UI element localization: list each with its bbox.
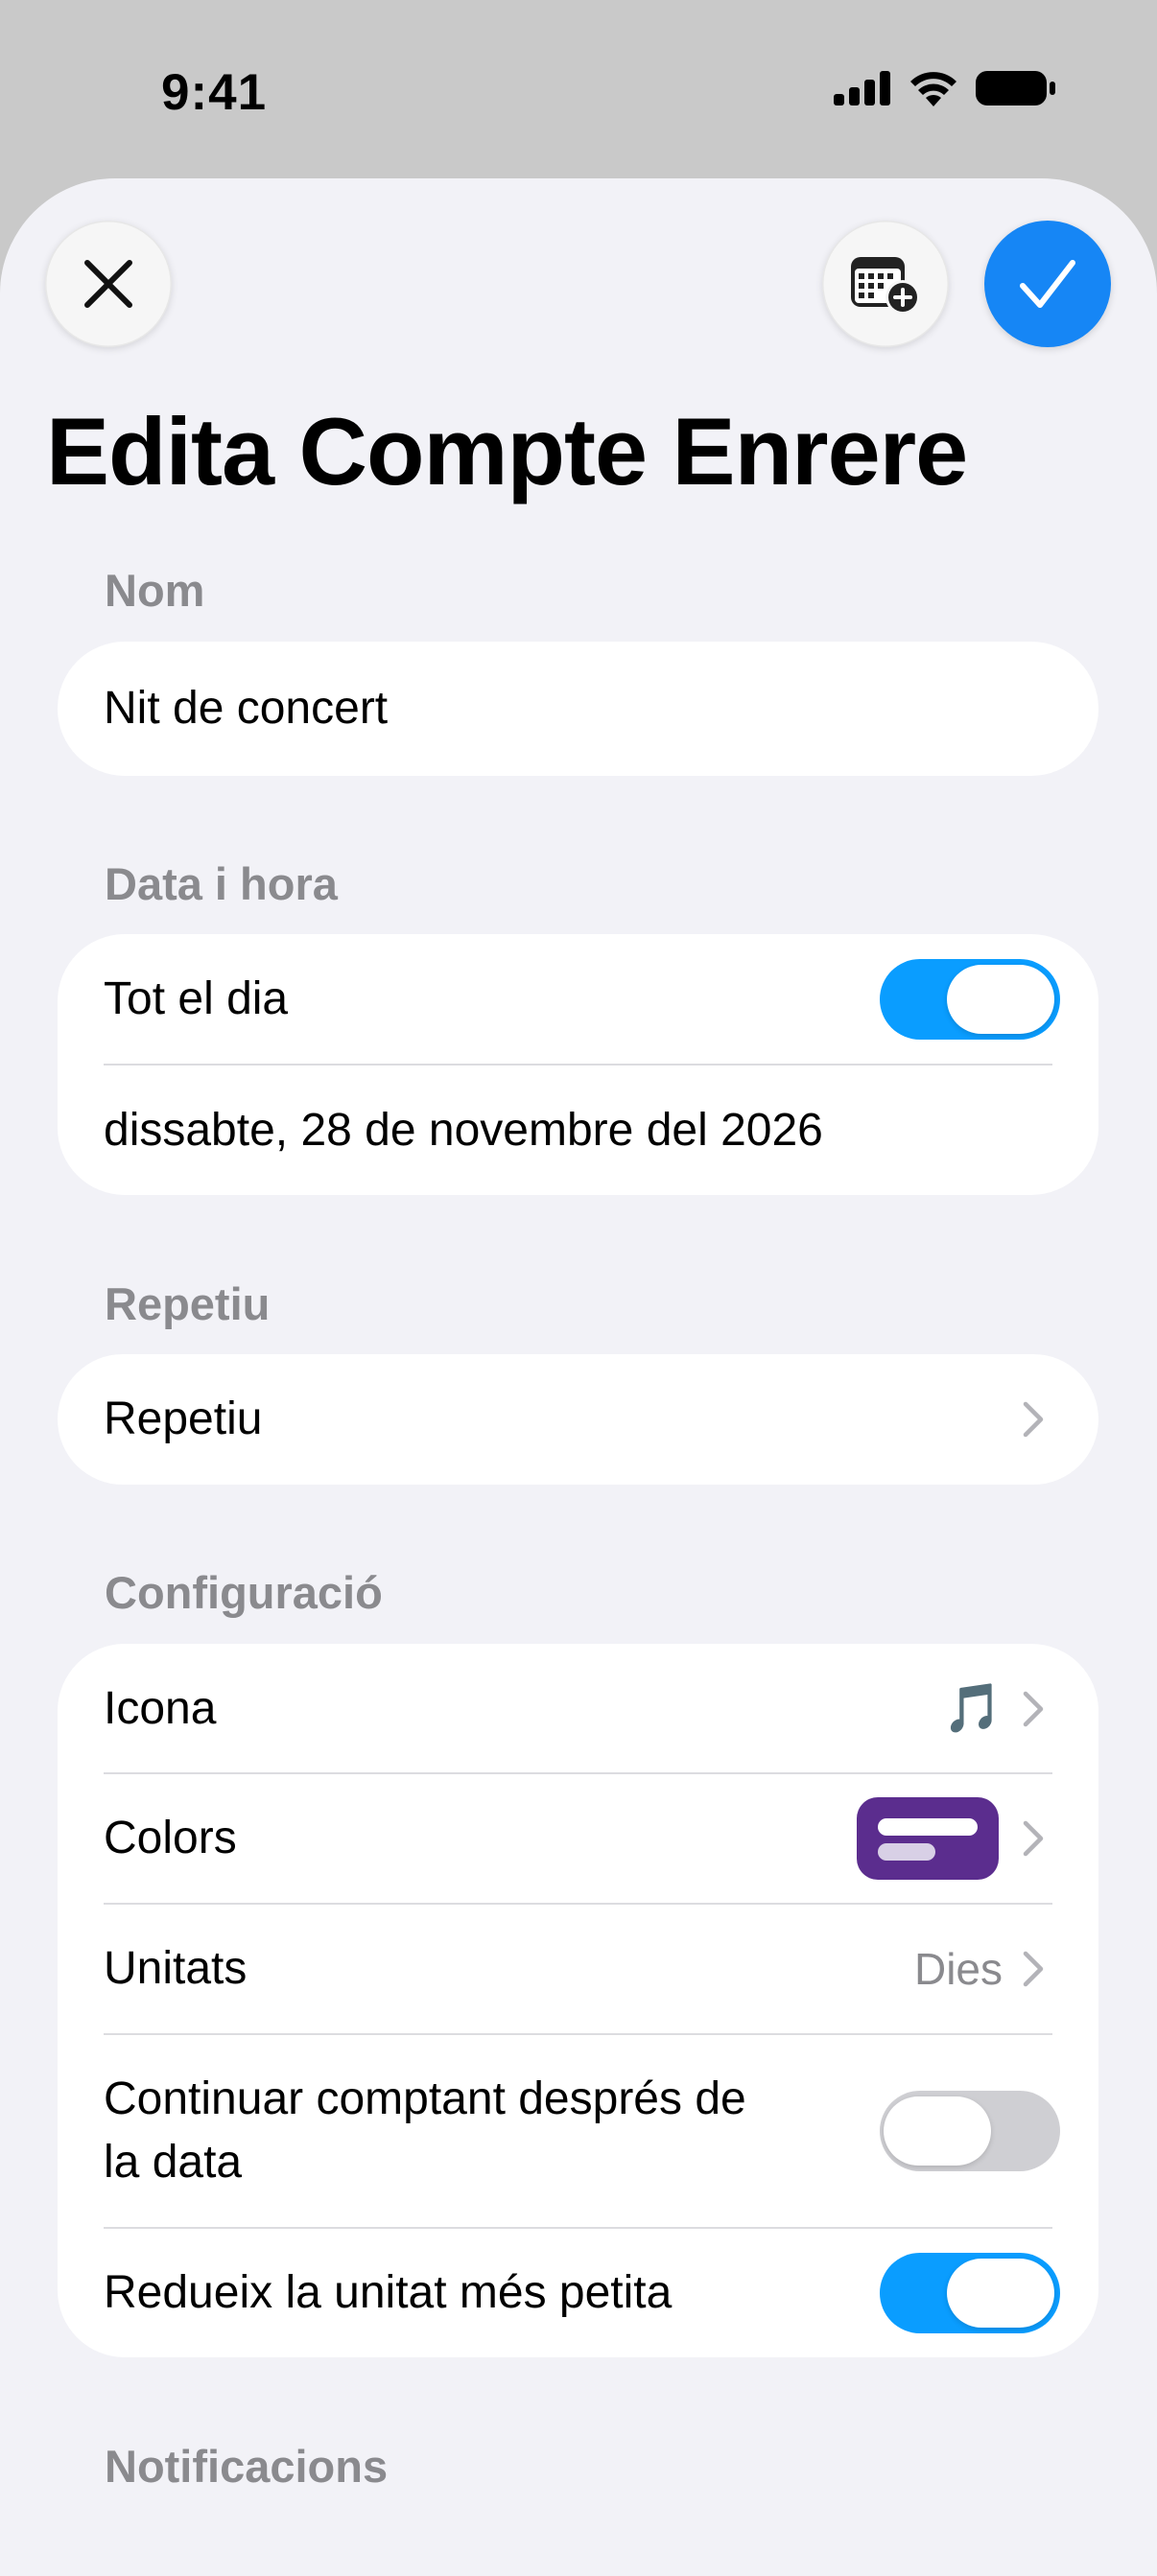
all-day-row: Tot el dia xyxy=(58,934,1098,1065)
confirm-button[interactable] xyxy=(984,221,1111,347)
units-value-wrap: Dies xyxy=(914,1937,1003,2001)
add-to-calendar-button[interactable] xyxy=(822,221,949,347)
toggle-knob xyxy=(947,965,1054,1034)
name-field[interactable]: Nit de concert xyxy=(58,642,1098,776)
continue-counting-line1: Continuar comptant després de xyxy=(104,2073,746,2124)
cellular-signal-icon xyxy=(834,71,890,105)
close-icon xyxy=(84,260,132,308)
status-icons xyxy=(834,69,1056,107)
chevron-right-icon xyxy=(1023,1951,1044,1987)
units-value: Dies xyxy=(913,1944,1003,1994)
status-bar: 9:41 xyxy=(0,0,1157,182)
continue-counting-line2: la data xyxy=(104,2137,243,2188)
close-button[interactable] xyxy=(45,221,172,347)
continue-counting-row: Continuar comptant després de la data xyxy=(58,2035,1098,2227)
settings-card: Icona 🎵 Colors Unitats Dies Continuar co… xyxy=(58,1644,1098,2357)
reduce-unit-row: Redueix la unitat més petita xyxy=(58,2229,1098,2357)
all-day-label: Tot el dia xyxy=(104,973,289,1024)
icon-label: Icona xyxy=(104,1682,217,1734)
continue-counting-toggle[interactable] xyxy=(880,2091,1060,2171)
datetime-card: Tot el dia dissabte, 28 de novembre del … xyxy=(58,934,1098,1195)
icon-value: 🎵 xyxy=(943,1676,1003,1740)
toggle-knob xyxy=(884,2096,991,2166)
checkmark-icon xyxy=(1020,260,1075,308)
chevron-right-icon xyxy=(1023,1691,1044,1727)
chevron-right-icon xyxy=(1023,1401,1044,1438)
date-value[interactable]: dissabte, 28 de novembre del 2026 xyxy=(104,1099,823,1162)
date-row[interactable]: dissabte, 28 de novembre del 2026 xyxy=(58,1066,1098,1195)
repeat-row[interactable]: Repetiu xyxy=(58,1354,1098,1485)
wifi-icon xyxy=(910,72,956,106)
section-label-notifications: Notificacions xyxy=(105,2441,389,2492)
repeat-label: Repetiu xyxy=(104,1393,263,1444)
chevron-right-icon xyxy=(1023,1820,1044,1857)
music-note-icon: 🎵 xyxy=(942,1681,1003,1735)
reduce-unit-label: Redueix la unitat més petita xyxy=(104,2267,673,2318)
color-swatch xyxy=(857,1797,999,1880)
section-label-name: Nom xyxy=(105,565,205,616)
calendar-add-icon xyxy=(851,257,920,315)
all-day-toggle[interactable] xyxy=(880,959,1060,1040)
units-row[interactable]: Unitats Dies xyxy=(58,1905,1098,2033)
section-label-datetime: Data i hora xyxy=(105,858,338,909)
colors-row[interactable]: Colors xyxy=(58,1774,1098,1903)
reduce-unit-toggle[interactable] xyxy=(880,2253,1060,2333)
name-field-value[interactable]: Nit de concert xyxy=(104,677,388,740)
toggle-knob xyxy=(947,2259,1054,2328)
units-label: Unitats xyxy=(104,1943,248,1994)
icon-row[interactable]: Icona 🎵 xyxy=(58,1644,1098,1773)
edit-countdown-sheet: Edita Compte Enrere Nom Nit de concert D… xyxy=(0,178,1157,2576)
section-label-repeat: Repetiu xyxy=(105,1278,271,1329)
battery-icon xyxy=(976,71,1055,105)
name-card: Nit de concert xyxy=(58,642,1098,776)
section-label-settings: Configuració xyxy=(105,1567,383,1618)
page-title: Edita Compte Enrere xyxy=(46,398,968,504)
status-time: 9:41 xyxy=(161,64,268,121)
repeat-card: Repetiu xyxy=(58,1354,1098,1485)
colors-label: Colors xyxy=(104,1813,237,1863)
continue-counting-label: Continuar comptant després de la data xyxy=(104,2068,746,2194)
color-preview xyxy=(857,1797,999,1880)
